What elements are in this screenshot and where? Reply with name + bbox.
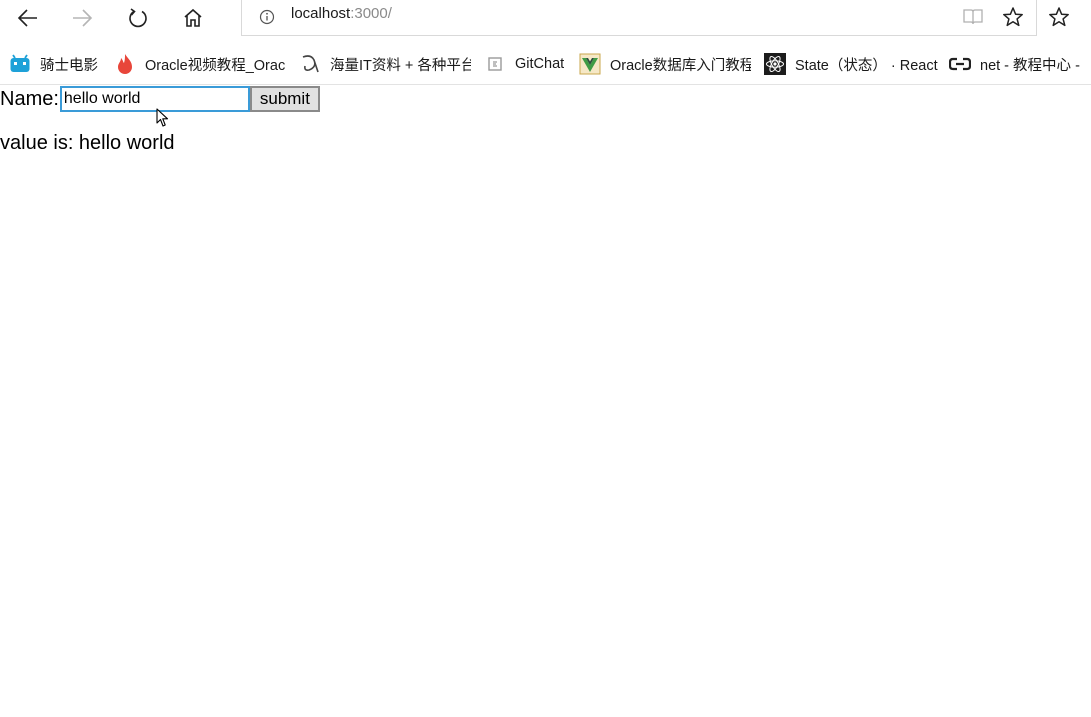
bookmark-item[interactable]: GitChat — [484, 46, 568, 82]
output-text: value is: hello world — [0, 132, 175, 154]
home-button[interactable] — [177, 3, 209, 33]
bookmark-item[interactable]: 海量IT资料 + 各种平台 — [299, 46, 471, 82]
bookmark-label: 骑士电影 — [40, 57, 98, 74]
back-button[interactable] — [12, 3, 44, 33]
bookmark-item[interactable]: Oracle视频教程_Orac — [114, 46, 286, 82]
reading-view-icon[interactable] — [962, 8, 984, 26]
vue-logo-icon — [579, 53, 601, 75]
name-input[interactable] — [59, 86, 250, 112]
bookmark-label: Oracle视频教程_Orac — [145, 57, 286, 74]
home-icon — [184, 8, 202, 27]
bookmark-label: Oracle数据库入门教程 — [610, 57, 751, 74]
forward-button[interactable] — [66, 3, 98, 33]
react-atom-icon — [764, 53, 786, 75]
bookmark-item[interactable]: Oracle数据库入门教程 — [579, 46, 751, 82]
bookmark-label: net - 教程中心 - — [980, 57, 1080, 74]
bookmark-label: 海量IT资料 + 各种平台 — [330, 57, 471, 74]
gitchat-icon — [484, 53, 506, 75]
link-icon — [949, 53, 971, 75]
submit-button[interactable]: submit — [249, 86, 320, 112]
refresh-button[interactable] — [122, 3, 154, 33]
swirl-logo-icon — [299, 53, 321, 75]
name-label: Name: — [0, 87, 59, 110]
address-bar[interactable]: localhost:3000/ — [241, 0, 1037, 36]
page-content: Name: submit value is: hello world — [0, 85, 1091, 717]
info-icon[interactable] — [259, 9, 275, 25]
url-port: :3000/ — [350, 5, 392, 22]
bookmark-label: State（状态） · React — [795, 57, 938, 74]
flame-icon — [114, 53, 136, 75]
bookmark-item[interactable]: State（状态） · React — [764, 46, 938, 82]
bookmark-label: GitChat — [515, 56, 565, 72]
favorites-list-icon[interactable] — [1048, 6, 1070, 28]
mouse-cursor-icon — [156, 108, 169, 127]
url-text[interactable]: localhost:3000/ — [291, 5, 392, 22]
bilibili-tv-icon — [9, 53, 31, 75]
bookmark-item[interactable]: 骑士电影 — [9, 46, 109, 82]
bookmark-item[interactable]: net - 教程中心 - — [949, 46, 1091, 82]
bookmarks-bar: 骑士电影 Oracle视频教程_Orac 海量IT资料 + 各种平台 GitCh… — [0, 46, 1091, 82]
back-icon — [17, 9, 37, 27]
refresh-icon — [129, 8, 147, 28]
url-host: localhost — [291, 5, 351, 22]
forward-icon — [73, 9, 93, 27]
browser-toolbar: localhost:3000/ — [0, 0, 1091, 38]
favorite-star-icon[interactable] — [1002, 6, 1024, 28]
